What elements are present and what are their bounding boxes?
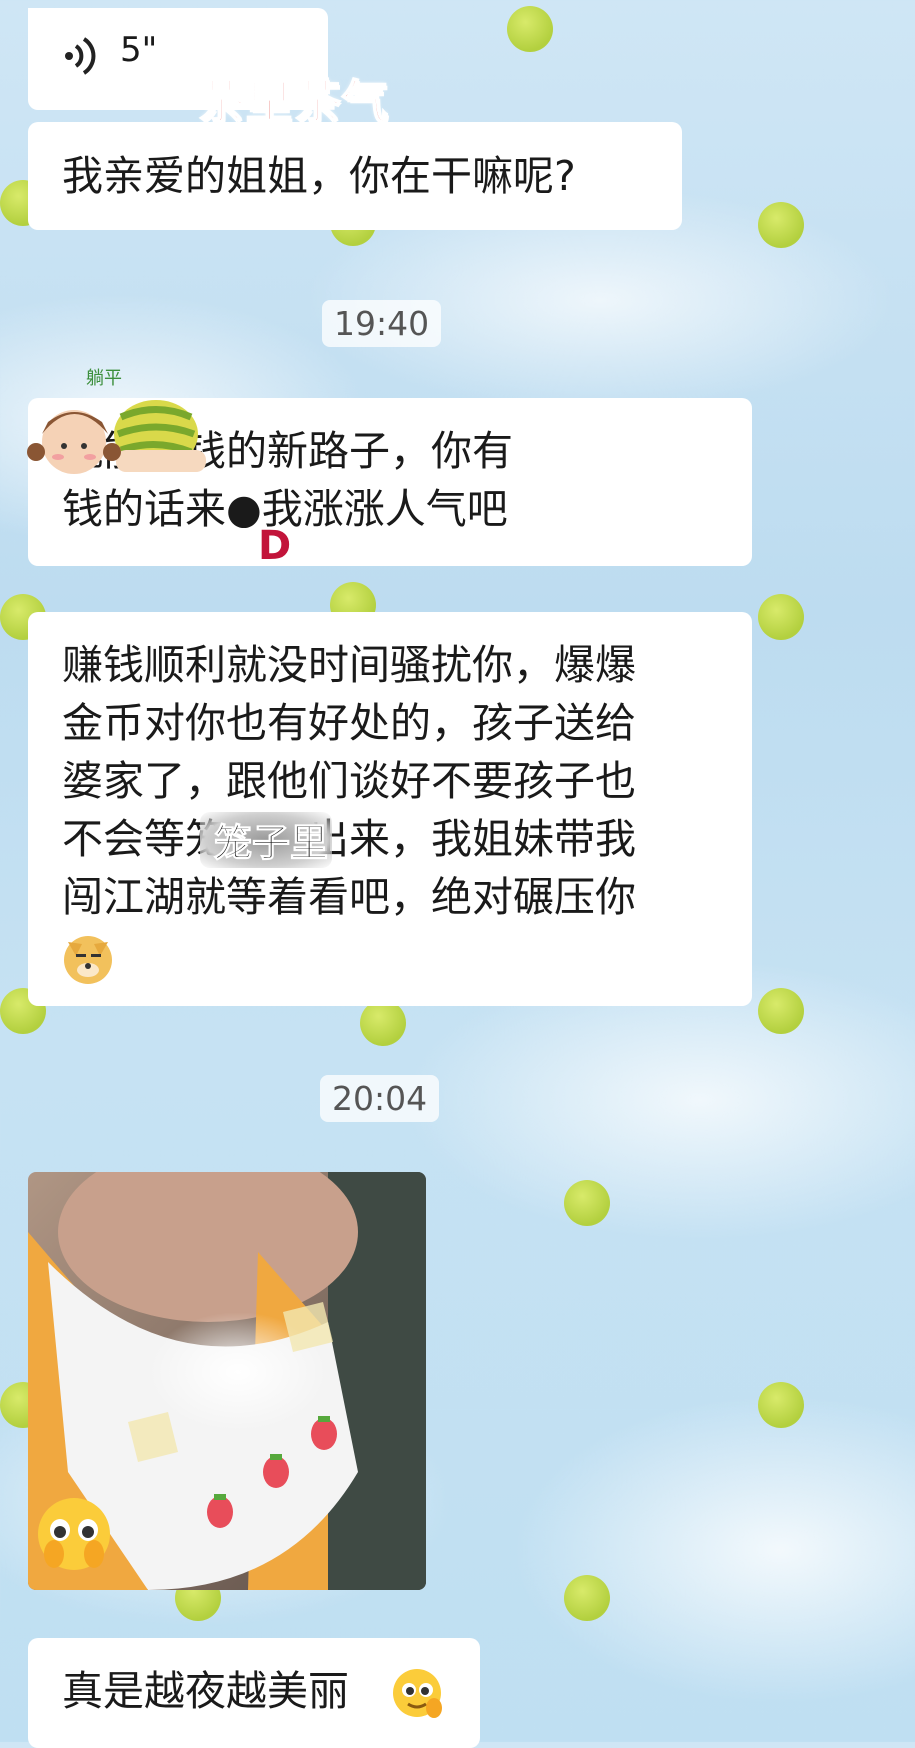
timestamp: 19:40 bbox=[322, 300, 442, 347]
message-bubble[interactable]: 赚钱顺利就没时间骚扰你，爆爆 金币对你也有好处的，孩子送给 婆家了，跟他们谈好不… bbox=[28, 612, 752, 1006]
doge-emoji-icon bbox=[60, 930, 116, 1001]
voice-duration: 5" bbox=[120, 30, 158, 70]
message-text: 我亲爱的姐姐，你在干嘛呢? bbox=[62, 152, 576, 200]
bg-dot bbox=[360, 1000, 406, 1046]
message-text: 赚钱顺利就没时间骚扰你，爆爆 金币对你也有好处的，孩子送给 婆家了，跟他们谈好不… bbox=[62, 641, 636, 921]
highlight-text: 笼子里 bbox=[213, 821, 329, 866]
highlight-badge: 笼子里 bbox=[200, 812, 332, 868]
message-bubble[interactable]: 真是越夜越美丽 bbox=[28, 1638, 480, 1748]
wink-emoji-icon bbox=[390, 1666, 444, 1735]
voice-wave-icon bbox=[64, 33, 98, 91]
sticker-mark: D bbox=[258, 523, 292, 569]
image-message[interactable] bbox=[28, 1172, 426, 1590]
svg-text:躺平: 躺平 bbox=[86, 368, 122, 389]
timestamp: 20:04 bbox=[320, 1075, 440, 1122]
message-bubble[interactable]: 我亲爱的姐姐，你在干嘛呢? bbox=[28, 122, 682, 230]
bg-dot bbox=[758, 202, 804, 248]
bg-dot bbox=[564, 1575, 610, 1621]
bg-dot bbox=[758, 594, 804, 640]
bg-dot bbox=[758, 988, 804, 1034]
pleading-face-emoji-icon bbox=[32, 1490, 116, 1578]
message-text: 真是越夜越美丽 bbox=[62, 1667, 349, 1715]
bg-dot bbox=[507, 6, 553, 52]
bg-dot bbox=[564, 1180, 610, 1226]
bg-dot bbox=[758, 1382, 804, 1428]
girl-sticker-icon: 躺平 bbox=[16, 362, 206, 486]
